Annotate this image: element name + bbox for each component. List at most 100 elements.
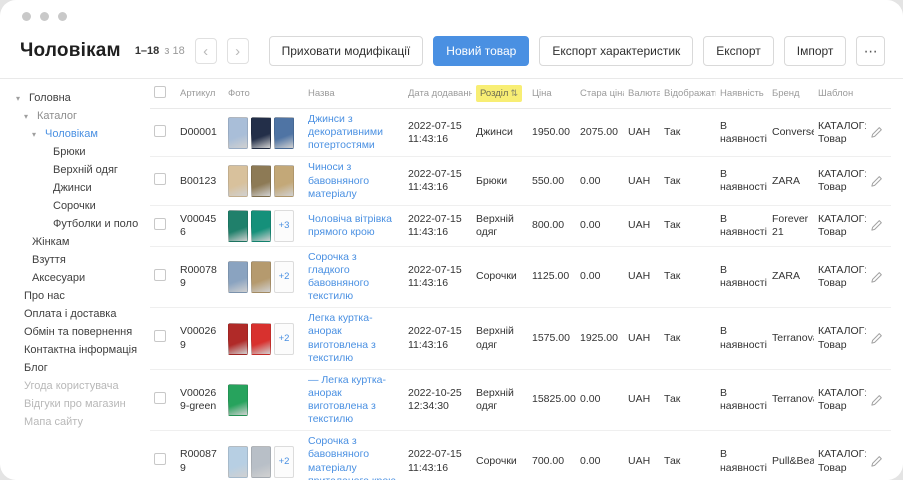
cell-photos [224,369,304,431]
cell-brand: ZARA [768,157,814,205]
window-control-minimize[interactable] [40,12,49,21]
sidebar-item[interactable]: Жінкам [32,233,144,251]
cell-checkbox [150,308,176,370]
window-control-close[interactable] [22,12,31,21]
sidebar-item[interactable]: Відгуки про магазин [24,395,144,413]
column-header-checkbox [150,79,176,109]
row-actions [870,455,887,468]
product-photo[interactable] [228,165,248,197]
product-photo[interactable] [274,165,294,197]
row-checkbox[interactable] [154,125,166,137]
sidebar-item[interactable]: ▾Чоловікам [32,125,144,143]
product-name-link[interactable]: — Легка куртка-анорак виготовлена з текс… [308,374,386,425]
more-actions-button[interactable]: ⋯ [856,36,885,66]
app-window: Чоловікам 1–18 з 18 ‹ › Приховати модифі… [0,0,903,480]
product-photo[interactable] [251,261,271,293]
product-photo[interactable] [251,210,271,242]
sidebar-item[interactable]: Мапа сайту [24,413,144,431]
cell-availability: В наявності [716,431,768,480]
row-checkbox[interactable] [154,218,166,230]
product-photo[interactable] [228,323,248,355]
export-characteristics-button[interactable]: Експорт характеристик [539,36,693,66]
sidebar-item[interactable]: ▾Каталог [24,107,144,125]
pagination-total: з 18 [164,45,184,57]
edit-icon[interactable] [870,455,883,468]
edit-icon[interactable] [870,175,883,188]
row-checkbox[interactable] [154,330,166,342]
cell-currency: UAH [624,369,660,431]
sidebar-item[interactable]: Про нас [24,287,144,305]
product-photo[interactable] [228,117,248,149]
more-photos-badge[interactable]: +2 [274,261,294,293]
product-photo[interactable] [251,323,271,355]
sidebar-item[interactable]: Взуття [32,251,144,269]
cell-section: Джинси [472,109,528,157]
edit-icon[interactable] [870,394,883,407]
product-photo[interactable] [228,384,248,416]
window-control-maximize[interactable] [58,12,67,21]
edit-icon[interactable] [870,332,883,345]
prev-page-button[interactable]: ‹ [195,38,217,64]
product-name-link[interactable]: Сорочка з бавовняного матеріалу притален… [308,435,396,480]
cell-brand: Pull&Bear [768,431,814,480]
import-button[interactable]: Імпорт [784,36,847,66]
product-name-link[interactable]: Джинси з декоративними потертостями [308,113,383,151]
cell-old-price: 0.00 [576,246,624,308]
new-product-button[interactable]: Новий товар [433,36,529,66]
column-header-name: Назва [304,79,404,109]
product-name-link[interactable]: Чоловіча вітрівка прямого крою [308,213,392,238]
edit-icon[interactable] [870,271,883,284]
chevron-down-icon[interactable]: ▾ [32,130,41,139]
more-photos-badge[interactable]: +3 [274,210,294,242]
cell-price: 700.00 [528,431,576,480]
sorted-column-highlight[interactable]: Розділ⇅ [476,85,522,102]
more-photos-badge[interactable]: +2 [274,446,294,478]
sidebar-item[interactable]: Сорочки [53,197,144,215]
sidebar-item[interactable]: Верхній одяг [53,161,144,179]
sidebar-item[interactable]: Брюки [53,143,144,161]
product-photo[interactable] [228,261,248,293]
sidebar-item[interactable]: Обмін та повернення [24,323,144,341]
chevron-down-icon[interactable]: ▾ [16,94,25,103]
sidebar-item[interactable]: Блог [24,359,144,377]
date-value: 2022-10-25 [408,387,468,400]
row-checkbox[interactable] [154,269,166,281]
sidebar-item[interactable]: Джинси [53,179,144,197]
chevron-down-icon[interactable]: ▾ [24,112,33,121]
sidebar-item[interactable]: Угода користувача [24,377,144,395]
page-title: Чоловікам [20,40,121,62]
product-photo[interactable] [251,446,271,478]
sidebar-item[interactable]: Аксесуари [32,269,144,287]
row-checkbox[interactable] [154,173,166,185]
sidebar-item[interactable]: Футболки и поло [53,215,144,233]
row-checkbox[interactable] [154,453,166,465]
cell-actions [866,157,891,205]
sidebar-item-label: Жінкам [32,236,69,248]
product-photo[interactable] [228,210,248,242]
hide-modifications-button[interactable]: Приховати модифікації [269,36,424,66]
next-page-button[interactable]: › [227,38,249,64]
sidebar-item[interactable]: ▾Головна [16,89,144,107]
product-photo[interactable] [274,117,294,149]
column-header-availability: Наявність [716,79,768,109]
column-header-section[interactable]: Розділ⇅ [472,79,528,109]
edit-icon[interactable] [870,126,883,139]
product-photo[interactable] [251,117,271,149]
cell-sku: D00001 [176,109,224,157]
edit-icon[interactable] [870,219,883,232]
cell-old-price: 2075.00 [576,109,624,157]
product-photo[interactable] [251,165,271,197]
sidebar-item[interactable]: Оплата і доставка [24,305,144,323]
export-button[interactable]: Експорт [703,36,773,66]
product-name-link[interactable]: Сорочка з гладкого бавовняного текстилю [308,251,369,302]
select-all-checkbox[interactable] [154,86,166,98]
row-checkbox[interactable] [154,392,166,404]
more-photos-badge[interactable]: +2 [274,323,294,355]
product-name-link[interactable]: Чиноси з бавовняного матеріалу [308,161,369,199]
cell-price: 1950.00 [528,109,576,157]
sort-icon[interactable]: ⇅ [510,88,518,98]
sidebar-item[interactable]: Контактна інформація [24,341,144,359]
product-photo[interactable] [228,446,248,478]
cell-availability: В наявності [716,246,768,308]
product-name-link[interactable]: Легка куртка-анорак виготовлена з тексти… [308,312,376,363]
